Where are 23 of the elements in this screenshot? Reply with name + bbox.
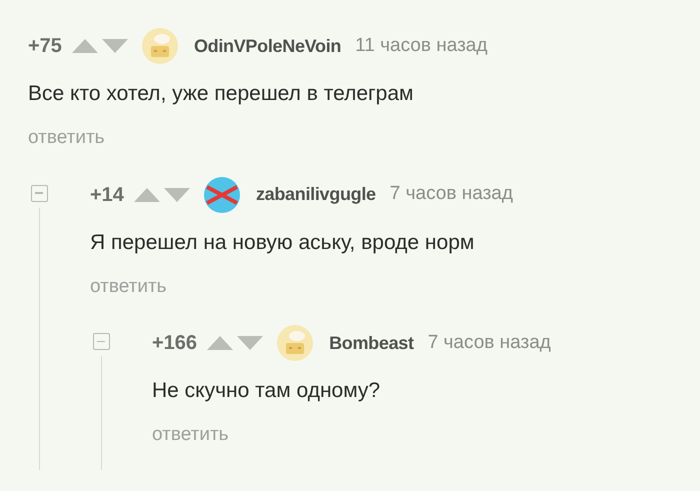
rating: +14 [90,182,124,208]
crossed-avatar-icon [204,176,240,212]
username-link[interactable]: Bombeast [329,330,414,356]
comment-text: Все кто хотел, уже перешел в телеграм [28,81,414,107]
username-link[interactable]: zabanilivgugle [256,181,376,208]
timestamp: 7 часов назад [428,330,551,355]
collapse-button[interactable] [30,184,48,202]
downvote-icon[interactable] [237,336,264,350]
collapse-button[interactable] [92,333,110,350]
rating: +75 [28,34,62,59]
timestamp: 11 часов назад [355,34,488,58]
avatar-icon [142,28,178,64]
avatar-icon [277,325,314,361]
downvote-icon[interactable] [164,188,190,202]
upvote-icon[interactable] [134,188,160,202]
rating: +166 [152,331,198,356]
downvote-icon[interactable] [102,39,128,53]
username-link[interactable]: OdinVPoleNeVoin [194,32,342,60]
comment-text: Я перешел на новую аську, вроде норм [90,230,476,256]
comment-text: Не скучно там одному? [152,378,382,404]
upvote-icon[interactable] [72,39,98,53]
upvote-icon[interactable] [207,336,234,350]
timestamp: 7 часов назад [390,182,513,206]
